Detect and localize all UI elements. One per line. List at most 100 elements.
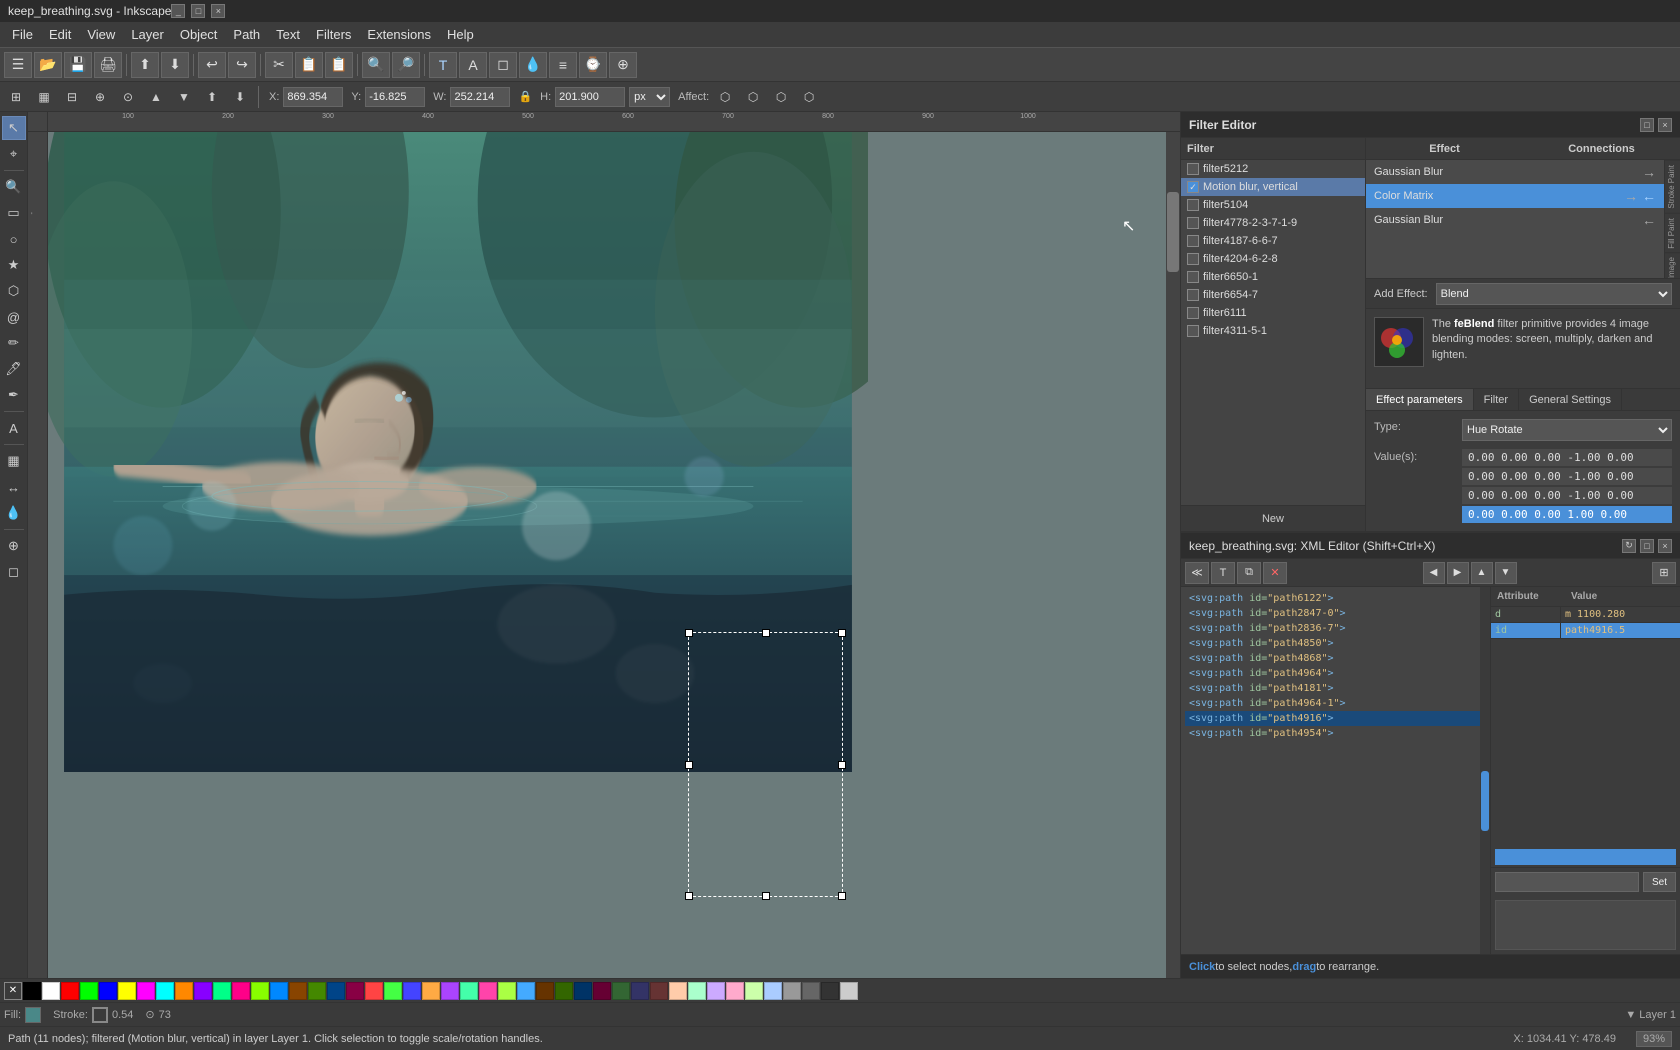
xml-item-5[interactable]: <svg:path id="path4964"> [1185,666,1486,681]
xml-next-btn[interactable]: ▶ [1447,562,1469,584]
filter-checkbox-0[interactable] [1187,163,1199,175]
palette-forest[interactable] [612,982,630,1000]
node-tool[interactable]: ⌖ [2,142,26,166]
menu-layer[interactable]: Layer [123,25,172,44]
text-button[interactable]: A [459,52,487,78]
affect-btn-2[interactable]: ⬡ [741,85,765,109]
palette-light-blue[interactable] [764,982,782,1000]
canvas-content[interactable]: ↖ [48,132,1180,978]
minimize-button[interactable]: _ [171,4,185,18]
filter-checkbox-9[interactable] [1187,325,1199,337]
h-input[interactable] [555,87,625,107]
menu-extensions[interactable]: Extensions [359,25,439,44]
palette-red[interactable] [61,982,79,1000]
rect-tool[interactable]: ▭ [2,201,26,225]
filter-checkbox-6[interactable] [1187,271,1199,283]
palette-navy[interactable] [327,982,345,1000]
palette-white[interactable] [42,982,60,1000]
xml-item-1[interactable]: <svg:path id="path2847-0"> [1185,606,1486,621]
xml-item-7[interactable]: <svg:path id="path4964-1"> [1185,696,1486,711]
filter-editor-close-button[interactable]: × [1658,118,1672,132]
stroke-swatch[interactable] [92,1007,108,1023]
xml-item-9[interactable]: <svg:path id="path4954"> [1185,726,1486,741]
filter-item-5[interactable]: filter4204-6-2-8 [1181,250,1365,268]
xml-item-3[interactable]: <svg:path id="path4850"> [1185,636,1486,651]
palette-gray-4[interactable] [840,982,858,1000]
attr-row-d[interactable]: d m 1100.280 [1491,607,1680,623]
text-tool[interactable]: A [2,416,26,440]
palette-pale-green[interactable] [688,982,706,1000]
palette-blue[interactable] [99,982,117,1000]
affect-btn-3[interactable]: ⬡ [769,85,793,109]
attr-row-id[interactable]: id path4916.5 [1491,623,1680,639]
units-select[interactable]: px mm cm in [629,87,670,107]
import-button[interactable]: ⬆ [131,52,159,78]
affect-btn-4[interactable]: ⬡ [797,85,821,109]
xml-scrollbar-thumb[interactable] [1481,771,1489,831]
close-button[interactable]: × [211,4,225,18]
palette-brick[interactable] [650,982,668,1000]
palette-dark-navy[interactable] [574,982,592,1000]
snap-button-2[interactable]: ▦ [32,85,56,109]
calligraphy-tool[interactable]: ✒ [2,383,26,407]
palette-mint[interactable] [384,982,402,1000]
filter-checkbox-7[interactable] [1187,289,1199,301]
value-row-3[interactable]: 0.00 0.00 0.00 1.00 0.00 [1462,506,1672,523]
paste-button[interactable]: 📋 [325,52,353,78]
redo-button[interactable]: ↪ [228,52,256,78]
circle-tool[interactable]: ○ [2,227,26,251]
xml-scrollbar[interactable] [1480,587,1490,954]
spiral-tool[interactable]: @ [2,305,26,329]
cut-button[interactable]: ✂ [265,52,293,78]
xml-new-text-btn[interactable]: T [1211,562,1235,584]
palette-lime[interactable] [80,982,98,1000]
filter-item-6[interactable]: filter6650-1 [1181,268,1365,286]
select-tool[interactable]: ↖ [2,116,26,140]
export-button[interactable]: ⬇ [161,52,189,78]
copy-button[interactable]: 📋 [295,52,323,78]
palette-lavender[interactable] [441,982,459,1000]
lower-bottom-button[interactable]: ⬇ [228,85,252,109]
eraser-tool[interactable]: ◻ [2,560,26,584]
canvas-area[interactable]: 100 200 300 400 500 600 700 800 900 1000… [28,112,1180,978]
canvas-vscrollbar[interactable] [1166,132,1180,978]
palette-bisque[interactable] [669,982,687,1000]
palette-purple[interactable] [194,982,212,1000]
palette-dark-maroon[interactable] [593,982,611,1000]
effect-tab[interactable]: Effect [1366,143,1523,155]
view-toggle-button[interactable]: ⊕ [609,52,637,78]
xml-parent-btn[interactable]: ▲ [1471,562,1493,584]
xml-new-element-btn[interactable]: ≪ [1185,562,1209,584]
filter-item-4[interactable]: filter4187-6-6-7 [1181,232,1365,250]
palette-olive[interactable] [308,982,326,1000]
raise-top-button[interactable]: ⬆ [200,85,224,109]
palette-azure[interactable] [270,982,288,1000]
undo-button[interactable]: ↩ [198,52,226,78]
palette-indigo[interactable] [631,982,649,1000]
palette-aquamarine[interactable] [460,982,478,1000]
menu-edit[interactable]: Edit [41,25,79,44]
snap-button-4[interactable]: ⊕ [88,85,112,109]
palette-rose[interactable] [232,982,250,1000]
filter-item-9[interactable]: filter4311-5-1 [1181,322,1365,340]
xml-item-0[interactable]: <svg:path id="path6122"> [1185,591,1486,606]
raise-button[interactable]: ▲ [144,85,168,109]
star-tool[interactable]: ★ [2,253,26,277]
palette-dark-brown[interactable] [536,982,554,1000]
canvas-vscroll-thumb[interactable] [1167,192,1179,272]
spray-tool[interactable]: ⊕ [2,534,26,558]
palette-pale-yellow[interactable] [745,982,763,1000]
palette-yellow-green[interactable] [498,982,516,1000]
add-effect-select[interactable]: Blend ColorMatrix ConvolveMatrix Gaussia… [1436,283,1672,305]
menu-path[interactable]: Path [225,25,268,44]
3d-box-tool[interactable]: ⬡ [2,279,26,303]
align-button[interactable]: ≡ [549,52,577,78]
filter-item-8[interactable]: filter6111 [1181,304,1365,322]
tab-filter[interactable]: Filter [1474,389,1519,410]
xml-indent-btn[interactable]: ⊞ [1652,562,1676,584]
filter-checkbox-2[interactable] [1187,199,1199,211]
xml-delete-btn[interactable]: ✕ [1263,562,1287,584]
filter-item-1[interactable]: ✓ Motion blur, vertical [1181,178,1365,196]
value-row-2[interactable]: 0.00 0.00 0.00 -1.00 0.00 [1462,487,1672,504]
pencil-tool[interactable]: ✏ [2,331,26,355]
